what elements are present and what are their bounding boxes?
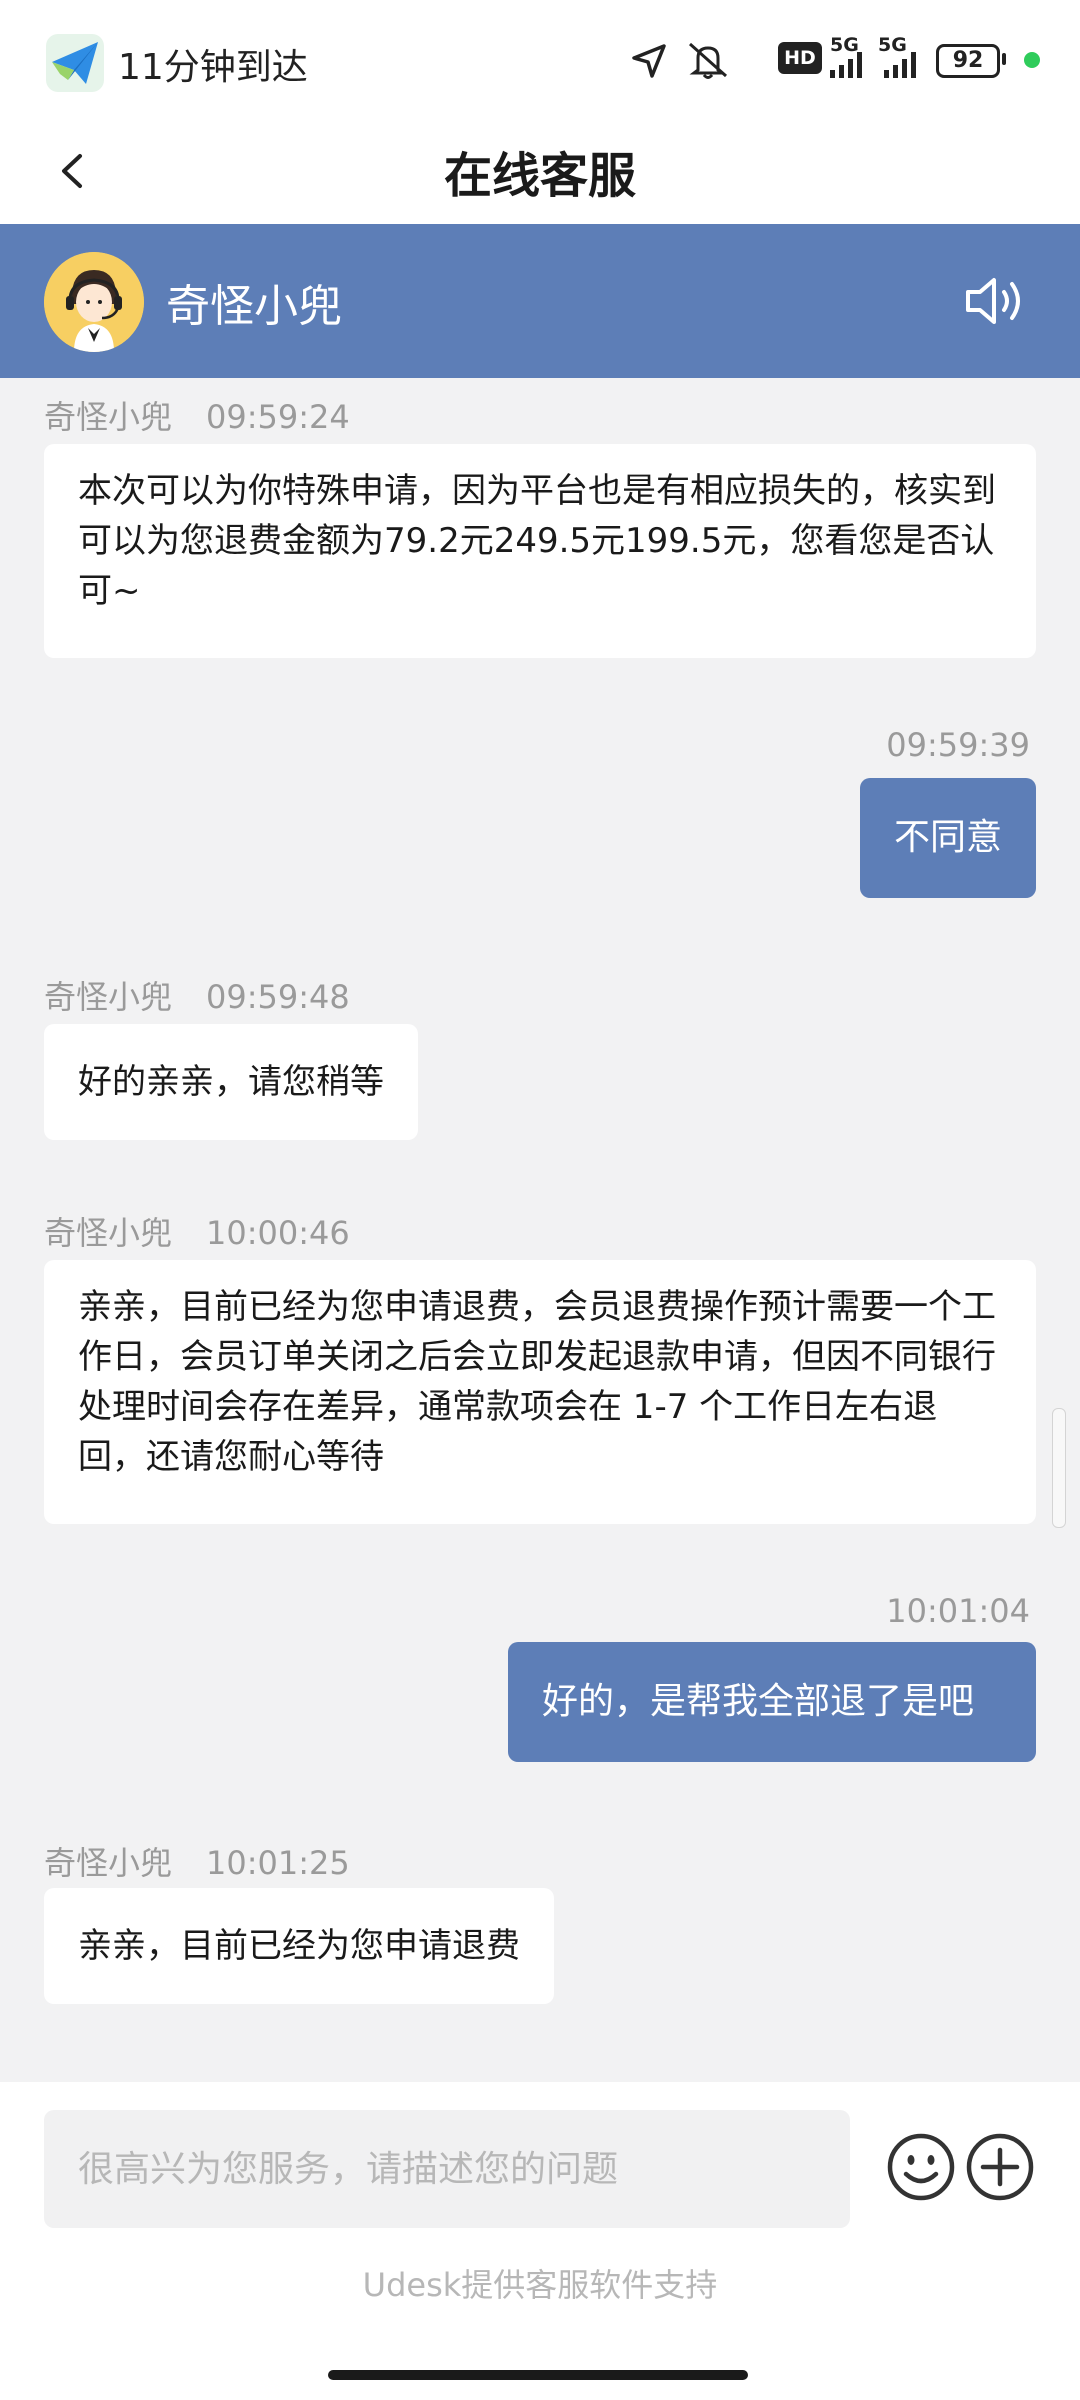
battery-tip (1002, 53, 1006, 65)
message-time: 09:59:39 (886, 726, 1030, 764)
agent-message-bubble: 好的亲亲，请您稍等 (44, 1024, 418, 1140)
message-time: 10:00:46 (206, 1214, 350, 1252)
signal-icon (830, 52, 862, 78)
hd-badge: HD (778, 42, 822, 74)
agent-message-bubble: 亲亲，目前已经为您申请退费 (44, 1888, 554, 2004)
nav-bar: 在线客服 (0, 118, 1080, 224)
message-meta: 奇怪小兜 10:00:46 (44, 1208, 350, 1254)
agent-name: 奇怪小兜 (166, 281, 342, 332)
smiley-icon[interactable] (886, 2132, 956, 2202)
sender-name: 奇怪小兜 (44, 978, 173, 1016)
signal-icon-2 (884, 52, 916, 78)
scrollbar-thumb[interactable] (1052, 1408, 1066, 1528)
status-icons: HD 5G 5G 92 (630, 30, 1080, 90)
sender-name: 奇怪小兜 (44, 1214, 173, 1252)
message-time: 09:59:24 (206, 398, 350, 436)
message-time: 10:01:04 (886, 1592, 1030, 1630)
input-footer: Udesk提供客服软件支持 (0, 2082, 1080, 2400)
message-meta: 奇怪小兜 09:59:48 (44, 972, 350, 1018)
page-title: 在线客服 (443, 148, 636, 204)
location-arrow-icon (632, 44, 666, 78)
headset-agent-icon (44, 252, 144, 352)
status-app-text: 11分钟到达 (118, 47, 308, 88)
plus-circle-icon[interactable] (965, 2132, 1035, 2202)
status-green-dot (1024, 52, 1040, 68)
chat-area[interactable]: 奇怪小兜 09:59:24 本次可以为你特殊申请，因为平台也是有相应损失的，核实到… (0, 378, 1080, 2078)
bell-off-icon (689, 42, 727, 79)
sender-name: 奇怪小兜 (44, 1844, 173, 1882)
message-time: 09:59:48 (206, 978, 350, 1016)
speaker-icon[interactable] (962, 272, 1030, 330)
user-message-bubble: 好的，是帮我全部退了是吧 (508, 1642, 1036, 1762)
message-input[interactable] (44, 2110, 850, 2228)
powered-by-text: Udesk提供客服软件支持 (362, 2266, 718, 2304)
agent-avatar (44, 252, 144, 352)
message-meta: 奇怪小兜 09:59:24 (44, 392, 350, 438)
status-bar: 11分钟到达 HD 5G 5G 92 (0, 0, 1080, 118)
sender-name: 奇怪小兜 (44, 398, 173, 436)
agent-message-bubble: 亲亲，目前已经为您申请退费，会员退费操作预计需要一个工作日，会员订单关闭之后会立… (44, 1260, 1036, 1524)
agent-message-bubble: 本次可以为你特殊申请，因为平台也是有相应损失的，核实到可以为您退费金额为79.2… (44, 444, 1036, 658)
home-indicator[interactable] (328, 2370, 748, 2380)
paper-plane-icon (46, 34, 104, 92)
battery-indicator: 92 (936, 44, 1000, 78)
user-message-bubble: 不同意 (859, 778, 1036, 898)
agent-header: 奇怪小兜 (0, 224, 1080, 378)
message-meta: 奇怪小兜 10:01:25 (44, 1838, 350, 1884)
message-time: 10:01:25 (206, 1844, 350, 1882)
